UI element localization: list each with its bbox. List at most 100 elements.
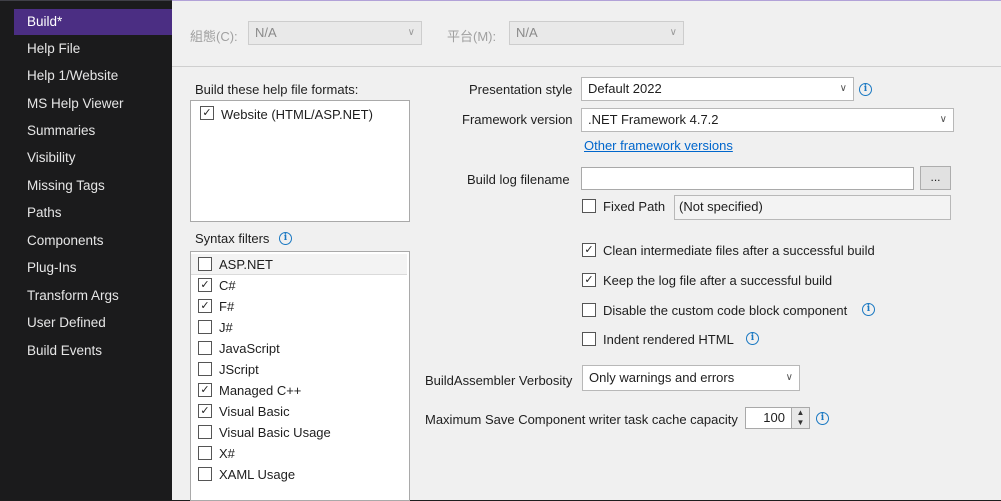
checkbox[interactable]: ✓ xyxy=(200,106,214,120)
checkmark-icon: ✓ xyxy=(584,274,594,286)
chevron-down-icon: ∨ xyxy=(669,27,677,38)
framework-version-label: Framework version xyxy=(462,112,573,127)
checkbox[interactable] xyxy=(198,425,212,439)
syntax-label: Managed C++ xyxy=(219,383,302,398)
platform-value: N/A xyxy=(516,25,538,40)
checkbox[interactable]: ✓ xyxy=(198,404,212,418)
info-icon[interactable]: i xyxy=(746,332,759,345)
indent-html-checkbox[interactable] xyxy=(582,332,596,346)
syntax-label: J# xyxy=(219,320,233,335)
checkmark-icon: ✓ xyxy=(200,279,210,291)
cache-capacity-value: 100 xyxy=(763,410,785,425)
syntax-label: F# xyxy=(219,299,235,314)
configuration-value: N/A xyxy=(255,25,277,40)
other-framework-versions-link[interactable]: Other framework versions xyxy=(584,138,733,153)
chevron-down-icon: ∨ xyxy=(939,114,947,125)
checkbox[interactable] xyxy=(198,341,212,355)
sidebar-item-transform-args[interactable]: Transform Args xyxy=(14,283,172,309)
browse-button[interactable]: ... xyxy=(920,166,951,190)
fixed-path-input[interactable]: (Not specified) xyxy=(674,195,951,220)
checkbox[interactable] xyxy=(198,467,212,481)
build-log-label: Build log filename xyxy=(467,172,570,187)
checkbox[interactable] xyxy=(198,362,212,376)
clean-intermediate-label: Clean intermediate files after a success… xyxy=(603,243,875,258)
stepper-buttons[interactable]: ▲ ▼ xyxy=(791,408,809,428)
info-icon[interactable]: i xyxy=(862,303,875,316)
keep-log-checkbox[interactable]: ✓ xyxy=(582,273,596,287)
sidebar-item-paths[interactable]: Paths xyxy=(14,200,172,226)
sidebar-item-build[interactable]: Build* xyxy=(14,9,179,35)
list-item[interactable]: Visual Basic Usage xyxy=(191,422,407,443)
format-label: Website (HTML/ASP.NET) xyxy=(221,107,373,122)
checkbox[interactable] xyxy=(198,257,212,271)
list-item[interactable]: X# xyxy=(191,443,407,464)
build-log-input[interactable] xyxy=(581,167,914,190)
sidebar-item-ms-help-viewer[interactable]: MS Help Viewer xyxy=(14,91,172,117)
sidebar-item-user-defined[interactable]: User Defined xyxy=(14,310,172,336)
list-item[interactable]: ✓ Website (HTML/ASP.NET) xyxy=(191,104,409,125)
formats-heading: Build these help file formats: xyxy=(195,82,359,97)
presentation-style-label: Presentation style xyxy=(469,82,573,97)
info-icon[interactable]: i xyxy=(859,83,872,96)
chevron-down-icon: ∨ xyxy=(407,27,415,38)
sidebar-item-visibility[interactable]: Visibility xyxy=(14,145,172,171)
list-item[interactable]: ✓ F# xyxy=(191,296,407,317)
sidebar-item-summaries[interactable]: Summaries xyxy=(14,118,172,144)
sidebar-item-plug-ins[interactable]: Plug-Ins xyxy=(14,255,172,281)
config-toolbar: 組態(C): N/A ∨ 平台(M): N/A ∨ xyxy=(172,1,1001,67)
list-item[interactable]: ✓ Managed C++ xyxy=(191,380,407,401)
disable-code-block-label: Disable the custom code block component xyxy=(603,303,848,318)
disable-code-block-checkbox[interactable] xyxy=(582,303,596,317)
list-item[interactable]: J# xyxy=(191,317,407,338)
chevron-down-icon: ∨ xyxy=(785,372,793,383)
list-item[interactable]: JScript xyxy=(191,359,407,380)
checkbox[interactable]: ✓ xyxy=(198,383,212,397)
list-item[interactable]: ASP.NET xyxy=(191,254,407,275)
chevron-down-icon: ∨ xyxy=(839,83,847,94)
framework-version-value: .NET Framework 4.7.2 xyxy=(588,112,719,127)
spin-up-icon[interactable]: ▲ xyxy=(792,408,809,418)
fixed-path-checkbox[interactable] xyxy=(582,199,596,213)
checkmark-icon: ✓ xyxy=(202,107,212,119)
presentation-style-value: Default 2022 xyxy=(588,81,662,96)
list-item[interactable]: ✓ Visual Basic xyxy=(191,401,407,422)
checkmark-icon: ✓ xyxy=(584,244,594,256)
clean-intermediate-checkbox[interactable]: ✓ xyxy=(582,243,596,257)
verbosity-label: BuildAssembler Verbosity xyxy=(425,373,573,388)
checkbox[interactable] xyxy=(198,320,212,334)
sidebar-item-help1-website[interactable]: Help 1/Website xyxy=(14,63,172,89)
syntax-label: Visual Basic Usage xyxy=(219,425,331,440)
checkbox[interactable] xyxy=(198,446,212,460)
spin-down-icon[interactable]: ▼ xyxy=(792,418,809,428)
presentation-style-select[interactable]: Default 2022 ∨ xyxy=(581,77,854,101)
info-icon[interactable]: i xyxy=(279,232,292,245)
sidebar-item-help-file[interactable]: Help File xyxy=(14,36,172,62)
fixed-path-label: Fixed Path xyxy=(603,199,666,214)
sidebar-item-missing-tags[interactable]: Missing Tags xyxy=(14,173,172,199)
list-item[interactable]: ✓ C# xyxy=(191,275,407,296)
indent-html-label: Indent rendered HTML xyxy=(603,332,734,347)
framework-version-select[interactable]: .NET Framework 4.7.2 ∨ xyxy=(581,108,954,132)
info-icon[interactable]: i xyxy=(816,412,829,425)
list-item[interactable]: XAML Usage xyxy=(191,464,407,485)
checkbox[interactable]: ✓ xyxy=(198,278,212,292)
checkbox[interactable]: ✓ xyxy=(198,299,212,313)
list-item[interactable]: JavaScript xyxy=(191,338,407,359)
checkmark-icon: ✓ xyxy=(200,405,210,417)
configuration-select[interactable]: N/A ∨ xyxy=(248,21,422,45)
sidebar: Build* Help File Help 1/Website MS Help … xyxy=(0,0,179,500)
syntax-label: XAML Usage xyxy=(219,467,296,482)
formats-list[interactable]: ✓ Website (HTML/ASP.NET) xyxy=(190,100,410,222)
syntax-label: JScript xyxy=(219,362,259,377)
checkmark-icon: ✓ xyxy=(200,384,210,396)
platform-select[interactable]: N/A ∨ xyxy=(509,21,684,45)
sidebar-item-components[interactable]: Components xyxy=(14,228,172,254)
syntax-label: ASP.NET xyxy=(219,257,273,272)
syntax-label: Visual Basic xyxy=(219,404,290,419)
sidebar-item-build-events[interactable]: Build Events xyxy=(14,338,172,364)
fixed-path-value: (Not specified) xyxy=(679,199,763,214)
cache-capacity-label: Maximum Save Component writer task cache… xyxy=(425,412,738,427)
content-panel: 組態(C): N/A ∨ 平台(M): N/A ∨ Build these he… xyxy=(172,0,1001,501)
verbosity-select[interactable]: Only warnings and errors ∨ xyxy=(582,365,800,391)
syntax-list[interactable]: ASP.NET ✓ C# ✓ F# J# JavaScript JScript … xyxy=(190,251,410,501)
